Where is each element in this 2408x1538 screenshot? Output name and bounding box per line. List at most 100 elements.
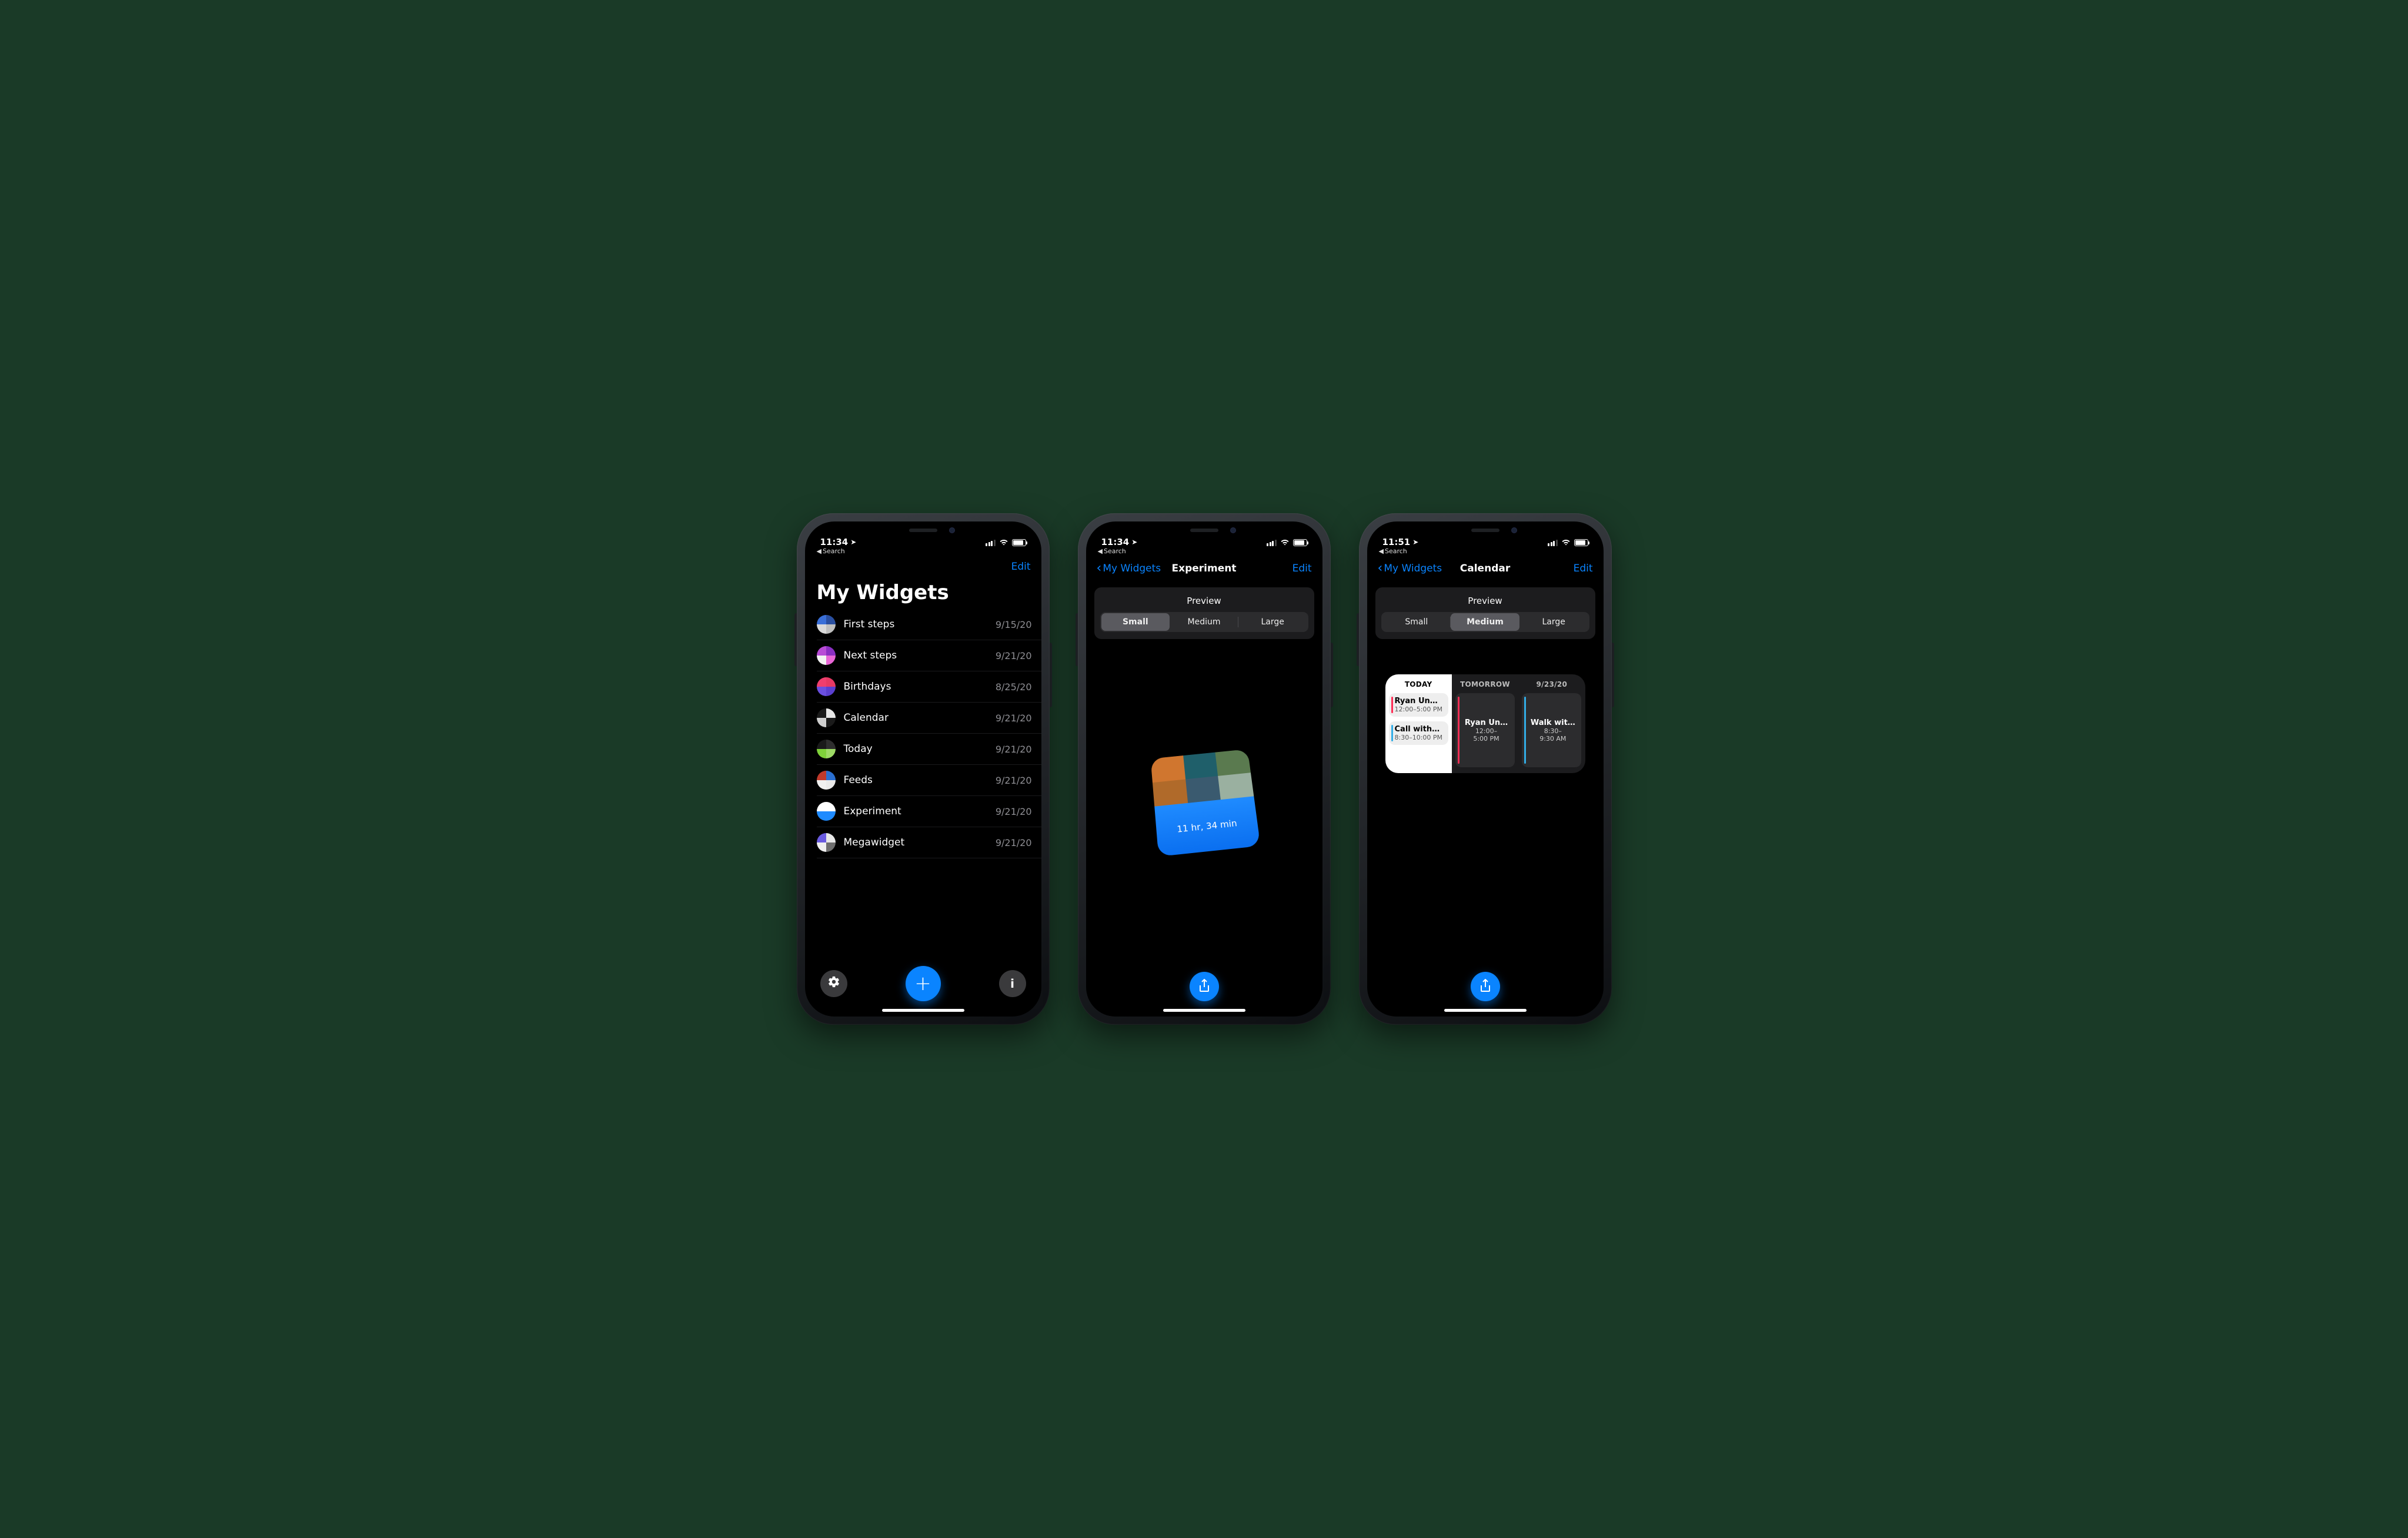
widget-date: 9/21/20 <box>996 806 1032 817</box>
wifi-icon <box>1561 538 1571 547</box>
share-icon <box>1198 975 1210 998</box>
breadcrumb-back[interactable]: ◀ Search <box>1367 547 1604 555</box>
edit-button[interactable]: Edit <box>1574 563 1593 574</box>
widget-name: Next steps <box>844 650 987 661</box>
event-color-bar <box>1391 725 1393 741</box>
widget-date: 9/15/20 <box>996 619 1032 630</box>
chevron-left-icon: ◀ <box>1379 547 1384 555</box>
widget-row[interactable]: Experiment 9/21/20 <box>817 796 1041 827</box>
widget-row[interactable]: Next steps 9/21/20 <box>817 640 1041 671</box>
breadcrumb-back[interactable]: ◀ Search <box>1086 547 1322 555</box>
size-segmented-control[interactable]: SmallMediumLarge <box>1381 612 1589 632</box>
preview-section: Preview SmallMediumLarge <box>1375 587 1595 639</box>
chevron-left-icon: ◀ <box>817 547 821 555</box>
chevron-left-icon: ‹ <box>1378 561 1383 576</box>
widget-name: Birthdays <box>844 681 987 693</box>
widget-date: 8/25/20 <box>996 681 1032 693</box>
widget-name: Feeds <box>844 774 987 786</box>
screen: 11:34 ➤ ◀ Search Edit My Widgets First s… <box>805 521 1041 1017</box>
widget-preview-medium[interactable]: TODAY Ryan Un… 12:00–5:00 PM Call with… … <box>1385 674 1585 773</box>
back-button[interactable]: ‹ My Widgets <box>1097 561 1161 576</box>
back-label: My Widgets <box>1103 563 1161 574</box>
widget-swatch-icon <box>817 677 836 696</box>
preview-canvas: 11 hr, 34 min <box>1086 651 1322 952</box>
event-color-bar <box>1458 697 1460 764</box>
size-large[interactable]: Large <box>1519 613 1588 631</box>
size-small[interactable]: Small <box>1382 613 1451 631</box>
calendar-event[interactable]: Call with… 8:30–10:00 PM <box>1389 721 1448 745</box>
widget-preview-small[interactable]: 11 hr, 34 min <box>1150 749 1260 857</box>
widget-date: 9/21/20 <box>996 713 1032 724</box>
album-art-grid <box>1150 749 1254 807</box>
settings-button[interactable] <box>820 970 847 997</box>
chevron-left-icon: ‹ <box>1097 561 1102 576</box>
location-icon: ➤ <box>850 538 856 546</box>
widget-row[interactable]: Today 9/21/20 <box>817 734 1041 765</box>
plus-icon: + <box>914 974 931 994</box>
cellular-icon <box>1548 540 1558 546</box>
widget-name: Megawidget <box>844 837 987 848</box>
size-large[interactable]: Large <box>1238 613 1307 631</box>
share-button[interactable] <box>1190 972 1219 1001</box>
notch <box>864 521 982 539</box>
widget-row[interactable]: Calendar 9/21/20 <box>817 703 1041 734</box>
notch <box>1145 521 1263 539</box>
info-button[interactable]: i <box>999 970 1026 997</box>
widgets-list[interactable]: First steps 9/15/20 Next steps 9/21/20 B… <box>805 609 1041 858</box>
cellular-icon <box>1267 540 1277 546</box>
widget-name: Experiment <box>844 805 987 817</box>
size-small[interactable]: Small <box>1101 613 1170 631</box>
chevron-left-icon: ◀ <box>1098 547 1103 555</box>
battery-icon <box>1293 539 1307 546</box>
nav-bar: ‹ My Widgets Calendar Edit <box>1367 555 1604 580</box>
calendar-event[interactable]: Ryan Un… 12:00–5:00 PM <box>1389 693 1448 717</box>
share-icon <box>1479 975 1491 998</box>
wifi-icon <box>1280 538 1290 547</box>
calendar-column: 9/23/20 Walk wit… 8:30–9:30 AM <box>1518 674 1585 773</box>
widget-swatch-icon <box>817 615 836 634</box>
size-medium[interactable]: Medium <box>1170 613 1238 631</box>
calendar-event[interactable]: Walk wit… 8:30–9:30 AM <box>1522 693 1581 767</box>
event-title: Walk wit… <box>1531 718 1575 727</box>
back-button[interactable]: ‹ My Widgets <box>1378 561 1442 576</box>
status-indicators <box>986 538 1026 547</box>
widget-swatch-icon <box>817 833 836 852</box>
home-indicator[interactable] <box>1444 1009 1527 1012</box>
status-time: 11:51 <box>1382 537 1411 547</box>
widget-row[interactable]: First steps 9/15/20 <box>817 609 1041 640</box>
event-title: Call with… <box>1395 725 1445 734</box>
wifi-icon <box>999 538 1008 547</box>
breadcrumb-label: Search <box>1104 547 1126 555</box>
gear-icon <box>827 975 840 992</box>
edit-button[interactable]: Edit <box>1292 563 1312 574</box>
share-button[interactable] <box>1471 972 1500 1001</box>
add-button[interactable]: + <box>906 966 941 1001</box>
widget-date: 9/21/20 <box>996 837 1032 848</box>
size-medium[interactable]: Medium <box>1451 613 1519 631</box>
widget-swatch-icon <box>817 802 836 821</box>
home-indicator[interactable] <box>882 1009 964 1012</box>
nav-bar: Edit <box>805 555 1041 577</box>
event-time: 8:30–9:30 AM <box>1539 727 1566 743</box>
widget-row[interactable]: Birthdays 8/25/20 <box>817 671 1041 703</box>
breadcrumb-back[interactable]: ◀ Search <box>805 547 1041 555</box>
column-header: TODAY <box>1389 680 1448 688</box>
size-segmented-control[interactable]: SmallMediumLarge <box>1100 612 1308 632</box>
location-icon: ➤ <box>1131 538 1137 546</box>
widget-row[interactable]: Feeds 9/21/20 <box>817 765 1041 796</box>
breadcrumb-label: Search <box>1385 547 1407 555</box>
battery-icon <box>1012 539 1026 546</box>
phone-frame: 11:34 ➤ ◀ Search Edit My Widgets First s… <box>797 513 1050 1025</box>
home-indicator[interactable] <box>1163 1009 1245 1012</box>
widget-swatch-icon <box>817 708 836 727</box>
preview-canvas: TODAY Ryan Un… 12:00–5:00 PM Call with… … <box>1367 651 1604 952</box>
location-icon: ➤ <box>1412 538 1418 546</box>
page-title: My Widgets <box>805 577 1041 609</box>
preview-section: Preview SmallMediumLarge <box>1094 587 1314 639</box>
edit-button[interactable]: Edit <box>1011 561 1031 573</box>
column-header: 9/23/20 <box>1522 680 1581 688</box>
calendar-event[interactable]: Ryan Un… 12:00–5:00 PM <box>1455 693 1515 767</box>
event-time: 12:00–5:00 PM <box>1395 706 1445 713</box>
widget-row[interactable]: Megawidget 9/21/20 <box>817 827 1041 858</box>
status-indicators <box>1548 538 1588 547</box>
